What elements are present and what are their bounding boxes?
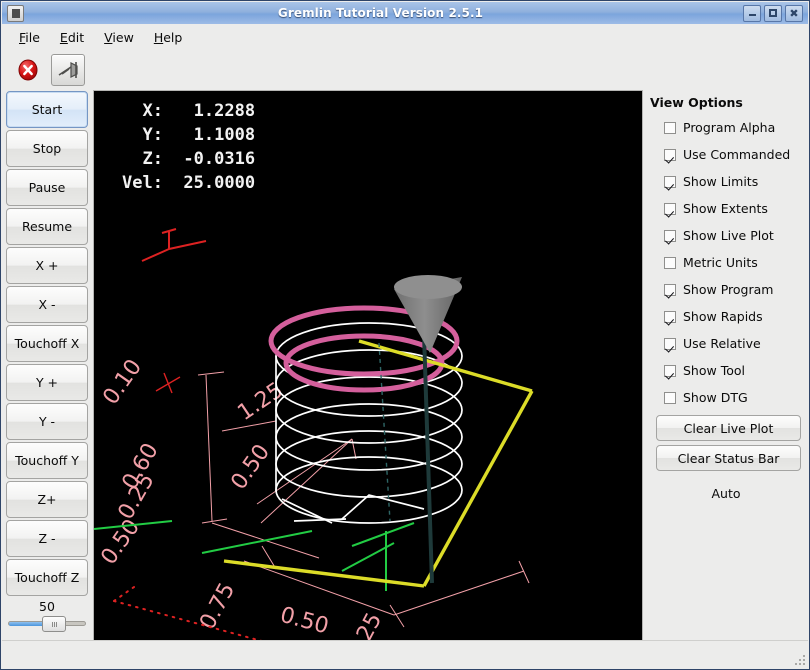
svg-text:0.50: 0.50: [226, 440, 275, 494]
option-show-tool[interactable]: Show Tool: [648, 357, 808, 384]
menu-edit-rest: dit: [67, 29, 85, 45]
option-label: Show Limits: [683, 174, 759, 189]
machine-mode-label: Auto: [711, 486, 741, 501]
tool-bar: [2, 50, 808, 91]
view-options-panel: View Options Program Alpha Use Commanded…: [644, 90, 808, 641]
option-label: Program Alpha: [683, 120, 776, 135]
checkbox-show-extents[interactable]: [664, 202, 676, 215]
checkbox-show-dtg[interactable]: [664, 391, 676, 404]
stop-button[interactable]: Stop: [6, 130, 88, 167]
option-show-dtg[interactable]: Show DTG: [648, 384, 808, 411]
jog-speed-slider[interactable]: [8, 616, 86, 632]
jog-speed-value: 50: [39, 599, 55, 614]
option-show-live-plot[interactable]: Show Live Plot: [648, 222, 808, 249]
touchoff-y-button[interactable]: Touchoff Y: [6, 442, 88, 479]
estop-toggle-button[interactable]: [11, 54, 45, 86]
menu-help-rest: elp: [163, 29, 183, 45]
svg-text:1.25: 1.25: [342, 609, 387, 640]
jog-x-minus-button[interactable]: X -: [6, 286, 88, 323]
status-bar: [2, 640, 808, 668]
option-program-alpha[interactable]: Program Alpha: [648, 114, 808, 141]
option-show-limits[interactable]: Show Limits: [648, 168, 808, 195]
touchoff-x-button[interactable]: Touchoff X: [6, 325, 88, 362]
checkbox-use-relative[interactable]: [664, 337, 676, 350]
option-label: Use Commanded: [683, 147, 791, 162]
menu-help[interactable]: Help: [145, 27, 192, 48]
option-label: Show Tool: [683, 363, 745, 378]
jog-y-minus-button[interactable]: Y -: [6, 403, 88, 440]
power-clamp-icon: [58, 62, 78, 78]
axis-marker-secondary: [155, 372, 181, 394]
touchoff-z-button[interactable]: Touchoff Z: [6, 559, 88, 596]
svg-text:0.50: 0.50: [96, 515, 145, 569]
option-label: Show DTG: [683, 390, 748, 405]
maximize-button[interactable]: [764, 4, 782, 22]
checkbox-show-limits[interactable]: [664, 175, 676, 188]
option-use-relative[interactable]: Use Relative: [648, 330, 808, 357]
clear-live-plot-button[interactable]: Clear Live Plot: [656, 415, 801, 441]
clear-status-bar-button[interactable]: Clear Status Bar: [656, 445, 801, 471]
menu-bar: File Edit View Help: [2, 24, 808, 51]
checkbox-program-alpha[interactable]: [664, 121, 676, 134]
menu-view[interactable]: View: [95, 27, 143, 48]
option-label: Show Extents: [683, 201, 768, 216]
checkbox-use-commanded[interactable]: [664, 148, 676, 161]
axis-orientation-marker: [141, 228, 207, 262]
jog-z-minus-button[interactable]: Z -: [6, 520, 88, 557]
option-label: Metric Units: [683, 255, 758, 270]
main-content: Start Stop Pause Resume X + X - Touchoff…: [2, 90, 808, 641]
option-label: Show Program: [683, 282, 774, 297]
option-metric-units[interactable]: Metric Units: [648, 249, 808, 276]
application-window: Gremlin Tutorial Version 2.5.1 ✖ File Ed…: [0, 0, 810, 670]
checkbox-show-program[interactable]: [664, 283, 676, 296]
menu-edit[interactable]: Edit: [51, 27, 93, 48]
view-options-title: View Options: [650, 95, 743, 110]
resume-button[interactable]: Resume: [6, 208, 88, 245]
menu-file[interactable]: File: [10, 27, 49, 48]
pause-button[interactable]: Pause: [6, 169, 88, 206]
option-show-program[interactable]: Show Program: [648, 276, 808, 303]
checkbox-show-rapids[interactable]: [664, 310, 676, 323]
window-title: Gremlin Tutorial Version 2.5.1: [277, 6, 484, 20]
window-controls: ✖: [743, 4, 803, 22]
slider-fill: [9, 622, 46, 626]
jog-control-panel: Start Stop Pause Resume X + X - Touchoff…: [2, 90, 92, 641]
jog-x-plus-button[interactable]: X +: [6, 247, 88, 284]
menu-view-rest: iew: [112, 29, 134, 45]
resize-grip[interactable]: [792, 652, 805, 665]
minimize-button[interactable]: [743, 4, 761, 22]
window-frame: Gremlin Tutorial Version 2.5.1 ✖ File Ed…: [0, 0, 810, 670]
slider-thumb[interactable]: [42, 616, 67, 632]
option-label: Show Rapids: [683, 309, 763, 324]
option-label: Use Relative: [683, 336, 761, 351]
option-label: Show Live Plot: [683, 228, 774, 243]
checkbox-metric-units[interactable]: [664, 256, 676, 269]
checkbox-show-live-plot[interactable]: [664, 229, 676, 242]
svg-text:0.10: 0.10: [98, 355, 147, 409]
checkbox-show-tool[interactable]: [664, 364, 676, 377]
option-use-commanded[interactable]: Use Commanded: [648, 141, 808, 168]
plot-canvas[interactable]: 0.10 0.60 0.25 0.50 1.25 0.50 0.75 0.50 …: [94, 91, 642, 640]
red-circle-x-icon: [18, 59, 38, 81]
menu-file-rest: ile: [25, 29, 40, 45]
close-button[interactable]: ✖: [785, 4, 803, 22]
option-show-rapids[interactable]: Show Rapids: [648, 303, 808, 330]
svg-text:0.50: 0.50: [277, 603, 331, 640]
title-bar[interactable]: Gremlin Tutorial Version 2.5.1 ✖: [2, 2, 808, 25]
start-button[interactable]: Start: [6, 91, 88, 128]
machine-power-button[interactable]: [51, 54, 85, 86]
option-show-extents[interactable]: Show Extents: [648, 195, 808, 222]
gremlin-plot-area[interactable]: 0.10 0.60 0.25 0.50 1.25 0.50 0.75 0.50 …: [93, 90, 643, 641]
jog-z-plus-button[interactable]: Z+: [6, 481, 88, 518]
digital-readout: X: 1.2288 Y: 1.1008 Z: -0.0316 Vel: 25.0…: [122, 101, 256, 194]
jog-y-plus-button[interactable]: Y +: [6, 364, 88, 401]
